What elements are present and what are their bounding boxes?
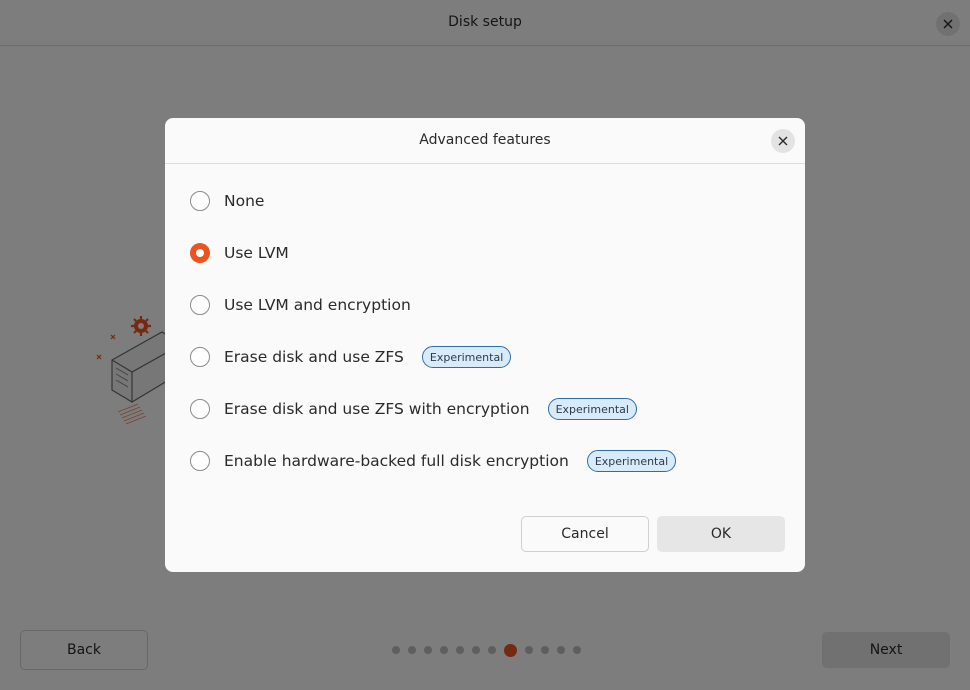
radio-button[interactable] <box>190 243 210 263</box>
option-label: Erase disk and use ZFS with encryption <box>224 400 530 418</box>
option-lvm-encryption[interactable]: Use LVM and encryption <box>190 294 411 316</box>
radio-button[interactable] <box>190 451 210 471</box>
experimental-badge: Experimental <box>547 398 637 420</box>
option-hardware-encryption[interactable]: Enable hardware-backed full disk encrypt… <box>190 450 677 472</box>
option-zfs[interactable]: Erase disk and use ZFS Experimental <box>190 346 512 368</box>
option-none[interactable]: None <box>190 190 264 212</box>
option-label: None <box>224 192 265 210</box>
option-zfs-encryption[interactable]: Erase disk and use ZFS with encryption E… <box>190 398 637 420</box>
option-label: Use LVM and encryption <box>224 296 411 314</box>
ok-button[interactable]: OK <box>657 516 785 552</box>
option-use-lvm[interactable]: Use LVM <box>190 242 289 264</box>
dialog-header: Advanced features <box>165 118 805 164</box>
radio-button[interactable] <box>190 347 210 367</box>
option-label: Use LVM <box>224 244 289 262</box>
option-label: Erase disk and use ZFS <box>224 348 404 366</box>
dialog-title: Advanced features <box>419 132 551 148</box>
option-label: Enable hardware-backed full disk encrypt… <box>224 452 569 470</box>
experimental-badge: Experimental <box>421 346 512 368</box>
experimental-badge: Experimental <box>586 450 677 472</box>
radio-button[interactable] <box>190 399 210 419</box>
radio-button[interactable] <box>190 295 210 315</box>
close-icon <box>778 136 788 146</box>
dialog-close-button[interactable] <box>771 129 795 153</box>
advanced-features-dialog: Advanced features None Use LVM Use LVM a… <box>165 118 805 572</box>
radio-button[interactable] <box>190 191 210 211</box>
cancel-button[interactable]: Cancel <box>521 516 649 552</box>
